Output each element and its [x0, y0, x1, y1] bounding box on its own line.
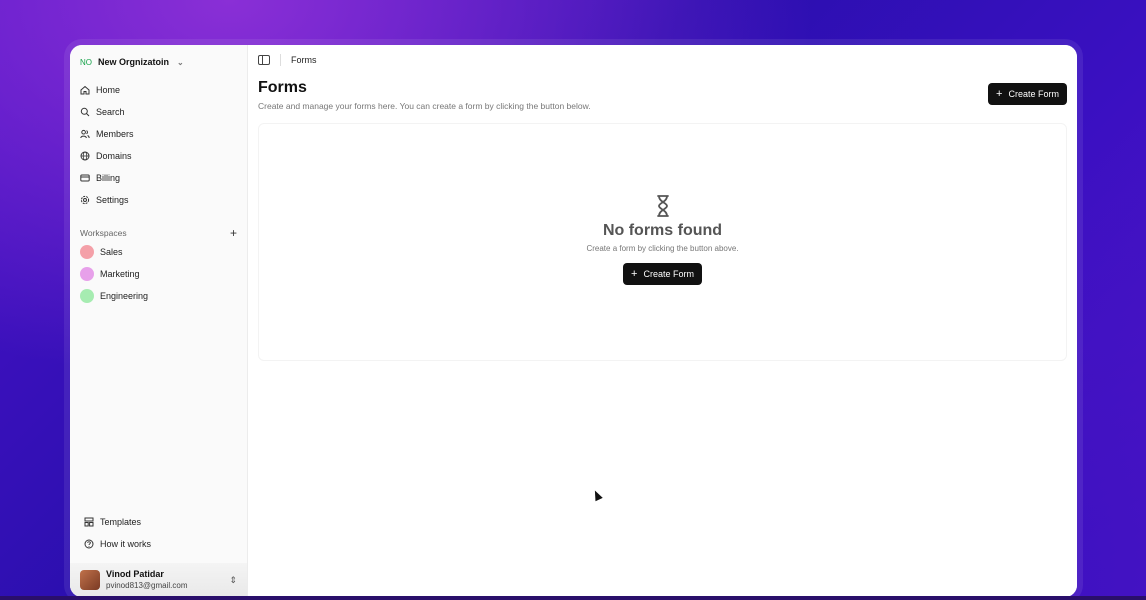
main-content: Forms Forms Create and manage your forms…: [248, 45, 1077, 597]
sidebar-item-label: Billing: [96, 173, 121, 183]
sidebar-item-domains[interactable]: Domains: [76, 145, 241, 167]
sidebar-toggle-icon[interactable]: [258, 55, 270, 65]
workspace-color-dot: [80, 245, 94, 259]
sidebar-item-label: Settings: [96, 195, 129, 205]
gear-icon: [80, 195, 90, 205]
workspace-label: Marketing: [100, 269, 140, 279]
empty-state-subtitle: Create a form by clicking the button abo…: [586, 244, 739, 253]
workspace-item-sales[interactable]: Sales: [70, 241, 247, 263]
user-name: Vinod Patidar: [106, 569, 164, 579]
taskbar-strip: [0, 596, 1146, 600]
workspaces-heading: Workspaces: [80, 228, 127, 238]
page-description: Create and manage your forms here. You c…: [258, 101, 591, 111]
user-menu[interactable]: Vinod Patidar pvinod813@gmail.com ⇕: [70, 563, 247, 597]
chevron-up-down-icon: ⇕: [229, 574, 237, 585]
home-icon: [80, 85, 90, 95]
sidebar: NO New Orgnizatoin ⌄ Home Search Members…: [70, 45, 248, 597]
sidebar-item-label: Domains: [96, 151, 132, 161]
avatar: [80, 570, 100, 590]
credit-card-icon: [80, 174, 90, 182]
workspace-color-dot: [80, 289, 94, 303]
template-icon: [84, 517, 94, 527]
user-info: Vinod Patidar pvinod813@gmail.com: [106, 569, 223, 591]
workspaces-header: Workspaces +: [70, 225, 247, 241]
users-icon: [80, 129, 90, 139]
sidebar-bottom-links: Templates How it works: [70, 511, 247, 563]
workspace-item-engineering[interactable]: Engineering: [70, 285, 247, 307]
page-title: Forms: [258, 79, 307, 96]
breadcrumb[interactable]: Forms: [291, 55, 317, 65]
how-it-works-link[interactable]: How it works: [84, 533, 237, 555]
search-icon: [80, 107, 90, 117]
mouse-cursor-icon: [591, 488, 603, 502]
empty-state-title: No forms found: [602, 222, 723, 239]
sidebar-item-search[interactable]: Search: [76, 101, 241, 123]
templates-link[interactable]: Templates: [84, 511, 237, 533]
org-name: New Orgnizatoin: [98, 57, 170, 67]
sidebar-item-label: Search: [96, 107, 125, 117]
sidebar-item-home[interactable]: Home: [76, 79, 241, 101]
globe-icon: [80, 151, 90, 161]
empty-state: No forms found Create a form by clicking…: [258, 123, 1067, 361]
org-switcher[interactable]: NO New Orgnizatoin ⌄: [70, 47, 247, 77]
templates-label: Templates: [100, 517, 142, 527]
hourglass-icon: [656, 195, 669, 217]
sidebar-item-members[interactable]: Members: [76, 123, 241, 145]
workspace-item-marketing[interactable]: Marketing: [70, 263, 247, 285]
sidebar-nav: Home Search Members Domains Billing Sett…: [70, 77, 247, 213]
sidebar-footer: Templates How it works Vinod Patidar pvi…: [70, 511, 247, 597]
help-circle-icon: [84, 539, 94, 549]
workspace-list: Sales Marketing Engineering: [70, 241, 247, 307]
empty-state-create-form-button[interactable]: + Create Form: [623, 263, 702, 285]
topbar: Forms: [248, 45, 1077, 75]
user-email: pvinod813@gmail.com: [106, 581, 188, 590]
sidebar-item-settings[interactable]: Settings: [76, 189, 241, 211]
plus-icon: +: [996, 88, 1003, 100]
add-workspace-icon[interactable]: +: [230, 226, 237, 240]
create-form-button[interactable]: + Create Form: [988, 83, 1067, 105]
org-initials: NO: [80, 57, 92, 67]
workspace-color-dot: [80, 267, 94, 281]
page-header: Forms Create and manage your forms here.…: [248, 75, 1077, 111]
app-window: NO New Orgnizatoin ⌄ Home Search Members…: [70, 45, 1077, 597]
sidebar-item-label: Members: [96, 129, 134, 139]
sidebar-item-billing[interactable]: Billing: [76, 167, 241, 189]
how-it-works-label: How it works: [100, 539, 152, 549]
workspace-label: Sales: [100, 247, 123, 257]
create-form-label: Create Form: [1008, 89, 1059, 99]
sidebar-item-label: Home: [96, 85, 121, 95]
plus-icon: +: [631, 268, 638, 280]
create-form-label: Create Form: [643, 269, 694, 279]
chevron-down-icon: ⌄: [177, 57, 184, 67]
divider: [280, 54, 281, 66]
workspace-label: Engineering: [100, 291, 149, 301]
